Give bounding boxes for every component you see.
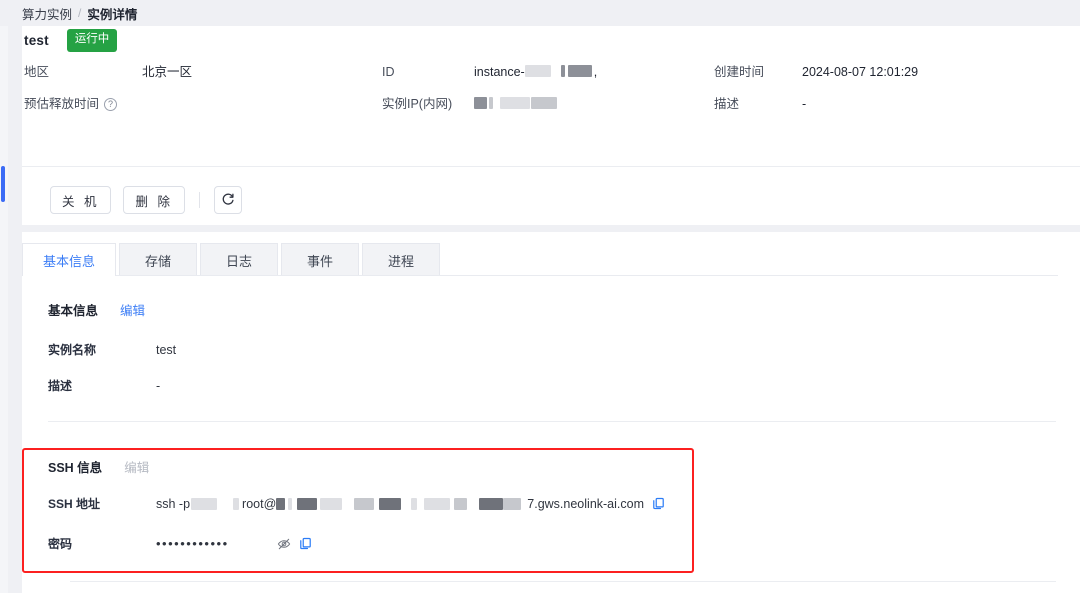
breadcrumb: 算力实例 / 实例详情 <box>0 0 1080 26</box>
redacted-block <box>568 65 592 77</box>
ssh-password-value: •••••••••••• <box>156 536 312 551</box>
ssh-info-title: SSH 信息 <box>48 457 102 476</box>
ssh-address-row: SSH 地址 ssh -p root@ 7.gws.neolink-ai.com <box>48 495 665 512</box>
ssh-info-edit-link[interactable]: 编辑 <box>124 457 149 476</box>
field-label-estimated-release-time: 预估释放时间? <box>24 95 142 113</box>
overview-divider <box>22 166 1080 167</box>
field-value-id-text: instance- <box>474 65 525 79</box>
row-key: SSH 地址 <box>48 495 156 512</box>
instance-name: test <box>24 33 49 48</box>
tab-basic-info[interactable]: 基本信息 <box>22 243 116 276</box>
field-label-region: 地区 <box>24 63 142 81</box>
field-value-id: instance-, <box>474 63 714 81</box>
ssh-address-suffix: 7.gws.neolink-ai.com <box>527 497 644 511</box>
refresh-button[interactable] <box>214 186 242 214</box>
redacted-block <box>474 97 487 109</box>
row-value: test <box>156 343 176 357</box>
action-divider <box>199 192 200 208</box>
basic-info-row-description: 描述 - <box>48 377 160 394</box>
field-label-description: 描述 <box>714 95 802 113</box>
ssh-address-value: ssh -p root@ 7.gws.neolink-ai.com <box>156 497 665 511</box>
basic-info-row-instance-name: 实例名称 test <box>48 341 176 358</box>
ssh-password-row: 密码 •••••••••••• <box>48 535 312 552</box>
tab-events[interactable]: 事件 <box>281 243 359 276</box>
redacted-block <box>454 498 467 510</box>
basic-info-title: 基本信息 <box>48 300 98 319</box>
row-key: 描述 <box>48 377 156 394</box>
redacted-block <box>233 498 239 510</box>
copy-icon[interactable] <box>299 537 312 550</box>
redacted-block <box>288 498 292 510</box>
tab-processes[interactable]: 进程 <box>362 243 440 276</box>
row-key: 实例名称 <box>48 341 156 358</box>
breadcrumb-parent-link[interactable]: 算力实例 <box>22 4 72 23</box>
redacted-block <box>379 498 401 510</box>
redacted-block <box>297 498 317 510</box>
card-gap <box>22 225 1080 232</box>
row-key: 密码 <box>48 535 156 552</box>
left-rail <box>0 0 22 593</box>
ssh-info-section-header: SSH 信息 编辑 <box>48 457 149 476</box>
field-label-estimated-release-time-text: 预估释放时间 <box>24 97 99 111</box>
field-label-create-time: 创建时间 <box>714 63 802 81</box>
redacted-block <box>500 97 530 109</box>
breadcrumb-separator: / <box>78 6 81 20</box>
status-badge: 运行中 <box>67 29 118 52</box>
field-value-region: 北京一区 <box>142 63 382 81</box>
eye-off-icon[interactable] <box>277 537 291 551</box>
shutdown-button[interactable]: 关 机 <box>50 186 111 214</box>
instance-info-grid: 地区 北京一区 ID instance-, 创建时间 2024-08-07 12… <box>24 63 1034 113</box>
redacted-block <box>320 498 342 510</box>
ssh-address-prefix: ssh -p <box>156 497 190 511</box>
tab-storage[interactable]: 存储 <box>119 243 197 276</box>
redacted-block <box>489 97 493 109</box>
basic-info-divider <box>48 421 1056 422</box>
breadcrumb-current: 实例详情 <box>87 4 137 23</box>
field-value-private-ip <box>474 95 714 113</box>
password-masked-text: •••••••••••• <box>156 536 229 551</box>
redacted-block <box>424 498 450 510</box>
redacted-block <box>525 65 551 77</box>
field-value-create-time: 2024-08-07 12:01:29 <box>802 63 1034 81</box>
redacted-block <box>561 65 565 77</box>
redacted-block <box>503 498 521 510</box>
redacted-block <box>354 498 374 510</box>
field-value-description: - <box>802 95 1034 113</box>
row-value: - <box>156 379 160 393</box>
delete-button[interactable]: 删 除 <box>123 186 184 214</box>
redacted-block <box>191 498 217 510</box>
redacted-block <box>411 498 417 510</box>
page-scrollbar-thumb[interactable] <box>1 166 5 202</box>
refresh-icon <box>221 192 235 209</box>
detail-tabs: 基本信息 存储 日志 事件 进程 <box>22 243 443 276</box>
copy-icon[interactable] <box>652 497 665 510</box>
tab-logs[interactable]: 日志 <box>200 243 278 276</box>
redacted-block <box>479 498 503 510</box>
redacted-block <box>531 97 557 109</box>
tab-underline <box>22 275 1058 276</box>
redacted-block <box>276 498 285 510</box>
basic-info-edit-link[interactable]: 编辑 <box>120 300 145 319</box>
field-label-private-ip: 实例IP(内网) <box>382 95 474 113</box>
ssh-address-user: root@ <box>242 497 276 511</box>
field-label-id: ID <box>382 63 474 81</box>
page-scrollbar-track[interactable] <box>0 26 8 593</box>
instance-title-row: test 运行中 <box>24 29 117 52</box>
help-circle-icon[interactable]: ? <box>104 98 117 111</box>
ssh-info-divider <box>70 581 1056 582</box>
basic-info-section-header: 基本信息 编辑 <box>48 300 145 319</box>
instance-action-bar: 关 机 删 除 <box>50 186 242 214</box>
